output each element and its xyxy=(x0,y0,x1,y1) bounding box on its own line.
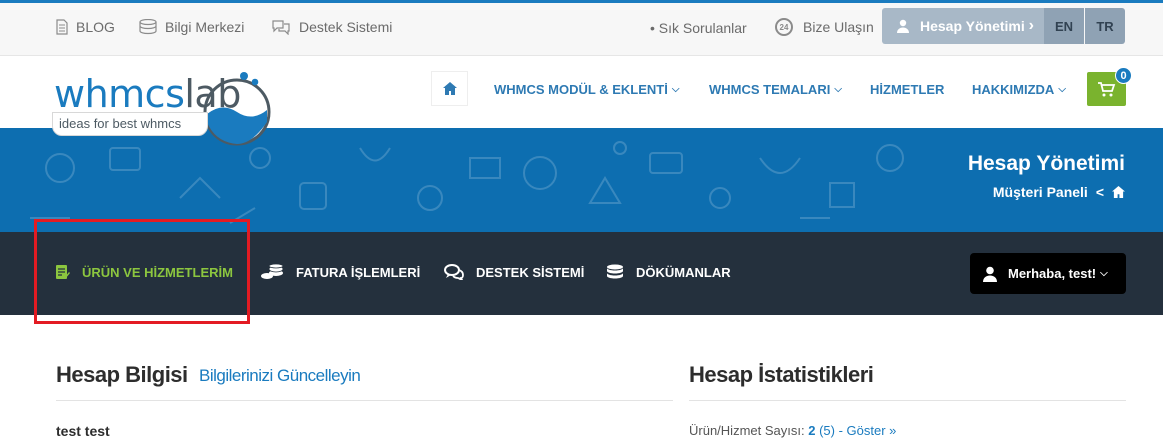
nav-themes-label: WHMCS TEMALARI xyxy=(709,82,831,97)
page-title: Hesap Yönetimi xyxy=(967,152,1125,175)
user-greeting-label: Merhaba, test! xyxy=(1008,266,1097,281)
language-tr-button[interactable]: TR xyxy=(1085,8,1125,44)
product-total-value[interactable]: (5) xyxy=(819,423,835,438)
faq-link[interactable]: • Sık Sorulanlar xyxy=(650,17,747,39)
client-nav-products[interactable]: ÜRÜN VE HİZMETLERİM xyxy=(56,263,233,281)
support-label: Destek Sistemi xyxy=(299,19,393,35)
blog-link[interactable]: BLOG xyxy=(56,16,115,38)
home-icon[interactable] xyxy=(1112,186,1125,198)
client-nav-products-label: ÜRÜN VE HİZMETLERİM xyxy=(82,264,233,280)
show-products-link[interactable]: - Göster » xyxy=(839,423,897,438)
language-en-button[interactable]: EN xyxy=(1044,8,1084,44)
svg-text:24: 24 xyxy=(780,23,789,32)
client-nav-support[interactable]: DESTEK SİSTEMİ xyxy=(444,263,584,281)
nav-modules[interactable]: WHMCS MODÜL & EKLENTİ ⌵ xyxy=(494,82,679,97)
nav-services[interactable]: HİZMETLER xyxy=(870,82,944,97)
support-link[interactable]: Destek Sistemi xyxy=(271,16,392,38)
product-count-line: Ürün/Hizmet Sayısı: 2 (5) - Göster » xyxy=(689,423,896,438)
edit-list-icon xyxy=(56,265,70,279)
client-nav-invoices-label: FATURA İŞLEMLERİ xyxy=(296,264,421,280)
product-count-label: Ürün/Hizmet Sayısı: xyxy=(689,423,805,438)
chevron-down-icon: ⌵ xyxy=(834,84,842,95)
nav-modules-label: WHMCS MODÜL & EKLENTİ xyxy=(494,82,668,97)
faq-label: • Sık Sorulanlar xyxy=(650,20,747,36)
knowledge-label: Bilgi Merkezi xyxy=(165,19,245,35)
breadcrumb-client-panel[interactable]: Müşteri Paneli xyxy=(993,184,1088,200)
chevron-right-icon: › xyxy=(1028,17,1034,34)
site-logo[interactable]: whmcslab ideas for best whmcs xyxy=(52,62,282,158)
logo-wordmark: whmcslab xyxy=(54,72,241,116)
blog-label: BLOG xyxy=(76,19,115,35)
account-management-button[interactable]: Hesap Yönetimi › xyxy=(882,8,1044,44)
coins-icon xyxy=(261,264,284,279)
nav-about-label: HAKKIMIZDA xyxy=(972,82,1055,97)
document-icon xyxy=(56,19,68,35)
divider xyxy=(56,400,673,401)
nav-services-label: HİZMETLER xyxy=(870,82,945,97)
breadcrumb: Müşteri Paneli < xyxy=(993,184,1125,200)
language-tr-label: TR xyxy=(1096,18,1114,34)
account-stats-heading: Hesap İstatistikleri xyxy=(689,362,874,387)
contact-link[interactable]: 24 Bize Ulaşın xyxy=(773,16,874,38)
database-icon xyxy=(139,19,157,35)
chevron-down-icon: ⌵ xyxy=(671,84,680,95)
home-icon xyxy=(442,82,457,95)
update-info-link[interactable]: Bilgilerinizi Güncelleyin xyxy=(199,366,361,386)
cart-count-badge: 0 xyxy=(1115,67,1132,84)
product-count-value: 2 xyxy=(808,423,816,438)
chat-icon xyxy=(272,20,290,35)
user-name: test test xyxy=(56,423,110,439)
logo-brand-b: lab xyxy=(184,72,241,116)
client-nav-docs-label: DÖKÜMANLAR xyxy=(636,264,731,280)
user-menu-button[interactable]: Merhaba, test! ⌵ xyxy=(970,253,1126,294)
account-management-label: Hesap Yönetimi xyxy=(920,18,1025,34)
account-info-heading: Hesap Bilgisi xyxy=(56,362,188,387)
database-icon xyxy=(607,264,623,279)
cart-icon xyxy=(1097,81,1115,96)
user-icon xyxy=(897,19,909,33)
nav-themes[interactable]: WHMCS TEMALARI ⌵ xyxy=(709,82,842,97)
contact-label: Bize Ulaşın xyxy=(803,19,874,35)
breadcrumb-separator: < xyxy=(1095,184,1104,200)
chat-bubbles-icon xyxy=(444,264,464,280)
chevron-down-icon: ⌵ xyxy=(1058,84,1066,95)
user-icon xyxy=(983,266,997,282)
24-support-icon: 24 xyxy=(775,18,793,36)
nav-about[interactable]: HAKKIMIZDA ⌵ xyxy=(972,82,1066,97)
logo-brand-a: whmcs xyxy=(54,72,185,116)
client-nav-docs[interactable]: DÖKÜMANLAR xyxy=(606,263,731,281)
logo-tagline: ideas for best whmcs xyxy=(52,112,208,136)
divider xyxy=(689,400,1126,401)
client-nav-support-label: DESTEK SİSTEMİ xyxy=(476,264,585,280)
language-en-label: EN xyxy=(1054,18,1074,34)
home-button[interactable] xyxy=(431,71,468,106)
client-nav-invoices[interactable]: FATURA İŞLEMLERİ xyxy=(260,263,420,281)
chevron-down-icon: ⌵ xyxy=(1100,268,1108,279)
knowledge-link[interactable]: Bilgi Merkezi xyxy=(139,16,244,38)
